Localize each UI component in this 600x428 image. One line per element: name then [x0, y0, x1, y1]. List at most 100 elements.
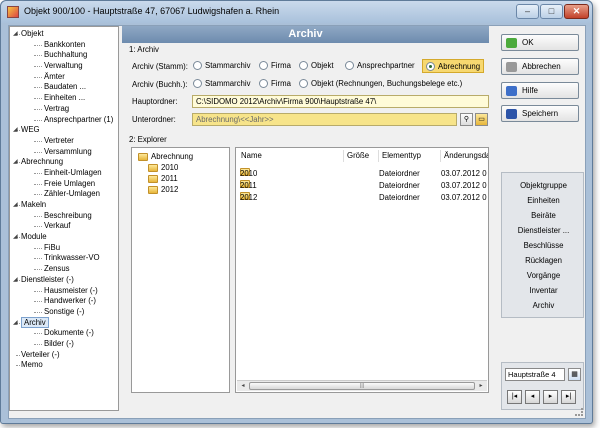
- next-record-button[interactable]: ▸: [543, 390, 558, 404]
- maximize-button[interactable]: □: [540, 4, 563, 19]
- archiv-buchh-label: Archiv (Buchh.):: [132, 80, 188, 89]
- page-title: Archiv: [122, 26, 489, 43]
- folder-tree-item[interactable]: 2011: [148, 174, 178, 183]
- tree-item[interactable]: Dokumente (-): [12, 328, 118, 339]
- tree-item[interactable]: Einheit-Umlagen: [12, 168, 118, 179]
- file-row[interactable]: 2011 Dateiordner 03.07.2012 0: [236, 180, 487, 191]
- tree-item[interactable]: ◢ Archiv: [12, 316, 118, 329]
- radio-stamm-objekt[interactable]: Objekt: [299, 61, 334, 70]
- tree-item[interactable]: Freie Umlagen: [12, 179, 118, 190]
- radio-buchh-firma[interactable]: Firma: [259, 79, 291, 88]
- horizontal-scrollbar[interactable]: ◂ ||| ▸: [237, 380, 487, 391]
- ok-button[interactable]: OK: [501, 34, 579, 51]
- folder-tree-item[interactable]: 2012: [148, 185, 178, 194]
- link-dienstleister[interactable]: Dienstleister ...: [502, 226, 585, 235]
- tree-item[interactable]: ◢ WEG: [12, 125, 118, 136]
- tree-item[interactable]: Versammlung: [12, 147, 118, 158]
- tree-item[interactable]: ◢ Makeln: [12, 200, 118, 211]
- resize-grip[interactable]: [575, 408, 583, 416]
- expand-arrow-icon[interactable]: ◢: [13, 232, 18, 243]
- tree-item[interactable]: ◢ Dienstleister (-): [12, 275, 118, 286]
- radio-stamm-stammarchiv[interactable]: Stammarchiv: [193, 61, 251, 70]
- radio-stamm-ansprechpartner[interactable]: Ansprechpartner: [345, 61, 415, 70]
- tree-item[interactable]: Beschreibung: [12, 211, 118, 222]
- tree-item[interactable]: ◢ Objekt: [12, 29, 118, 40]
- column-header-size[interactable]: Größe: [344, 150, 379, 162]
- cancel-button[interactable]: Abbrechen: [501, 58, 579, 75]
- folder-tree-item[interactable]: 2010: [148, 163, 178, 172]
- expand-arrow-icon[interactable]: ◢: [13, 157, 18, 168]
- radio-buchh-stammarchiv[interactable]: Stammarchiv: [193, 79, 251, 88]
- previous-record-button[interactable]: ◂: [525, 390, 540, 404]
- column-header-name[interactable]: Name: [238, 150, 344, 162]
- file-row[interactable]: 2012 Dateiordner 03.07.2012 0: [236, 192, 487, 203]
- first-record-button[interactable]: |◂: [507, 390, 522, 404]
- folder-tree-item[interactable]: Abrechnung: [138, 152, 193, 161]
- column-header-type[interactable]: Elementtyp: [379, 150, 441, 162]
- archiv-stamm-label: Archiv (Stamm):: [132, 62, 188, 71]
- tree-item[interactable]: Baudaten ...: [12, 82, 118, 93]
- main-window: Objekt 900/100 - Hauptstraße 47, 67067 L…: [0, 0, 593, 424]
- expand-arrow-icon[interactable]: ◢: [13, 200, 18, 211]
- tree-item[interactable]: Ämter: [12, 72, 118, 83]
- tree-item[interactable]: Bilder (-): [12, 339, 118, 350]
- navigation-tree[interactable]: ◢ Objekt Bankkonten Buchhaltung Verwaltung Äm…: [9, 26, 119, 411]
- tree-item[interactable]: Memo: [12, 360, 118, 371]
- expand-arrow-icon[interactable]: ◢: [13, 29, 18, 40]
- tree-item[interactable]: Bankkonten: [12, 40, 118, 51]
- link-objektgruppe[interactable]: Objektgruppe: [502, 181, 585, 190]
- help-button[interactable]: Hilfe: [501, 82, 579, 99]
- minimize-button[interactable]: –: [516, 4, 539, 19]
- binoculars-icon[interactable]: ⚲: [460, 113, 473, 126]
- radio-stamm-firma[interactable]: Firma: [259, 61, 291, 70]
- column-header-date[interactable]: Änderungsda: [441, 150, 488, 162]
- tree-item[interactable]: Einheiten ...: [12, 93, 118, 104]
- tree-item-label: Verwaltung: [44, 61, 83, 71]
- tree-item[interactable]: Ansprechpartner (1): [12, 115, 118, 126]
- expand-arrow-icon[interactable]: ◢: [13, 275, 18, 286]
- title-bar[interactable]: Objekt 900/100 - Hauptstraße 47, 67067 L…: [1, 1, 592, 23]
- radio-buchh-objekt[interactable]: Objekt (Rechnungen, Buchungsbelege etc.): [299, 79, 462, 88]
- link-vorgaenge[interactable]: Vorgänge: [502, 271, 585, 280]
- tree-item[interactable]: Vertreter: [12, 136, 118, 147]
- tree-item[interactable]: ◢ Abrechnung: [12, 157, 118, 168]
- unterordner-field[interactable]: Abrechnung\<<Jahr>>: [192, 113, 457, 126]
- link-beschluesse[interactable]: Beschlüsse: [502, 241, 585, 250]
- tree-item[interactable]: FiBu: [12, 243, 118, 254]
- scroll-left-icon[interactable]: ◂: [238, 382, 248, 390]
- tree-item[interactable]: Verwaltung: [12, 61, 118, 72]
- save-button[interactable]: Speichern: [501, 105, 579, 122]
- tree-item[interactable]: Zensus: [12, 264, 118, 275]
- tree-item[interactable]: Buchhaltung: [12, 50, 118, 61]
- tree-item[interactable]: ◢ Module: [12, 232, 118, 243]
- object-select[interactable]: Hauptstraße 4: [505, 368, 565, 381]
- tree-item[interactable]: Hausmeister (-): [12, 286, 118, 297]
- file-list-pane[interactable]: Name Größe Elementtyp Änderungsda 2010 D…: [235, 147, 489, 393]
- link-inventar[interactable]: Inventar: [502, 286, 585, 295]
- radio-stamm-abrechnung[interactable]: Abrechnung: [422, 59, 485, 73]
- folder-open-icon[interactable]: ▭: [475, 113, 488, 126]
- tree-item[interactable]: Zähler-Umlagen: [12, 189, 118, 200]
- tree-item[interactable]: Vertrag: [12, 104, 118, 115]
- tree-item-label: Einheit-Umlagen: [44, 167, 102, 177]
- tree-item[interactable]: Verkauf: [12, 221, 118, 232]
- close-button[interactable]: ✕: [564, 4, 589, 19]
- last-record-button[interactable]: ▸|: [561, 390, 576, 404]
- file-row[interactable]: 2010 Dateiordner 03.07.2012 0: [236, 168, 487, 179]
- link-ruecklagen[interactable]: Rücklagen: [502, 256, 585, 265]
- tree-item[interactable]: Trinkwasser-VO: [12, 253, 118, 264]
- link-archiv[interactable]: Archiv: [502, 301, 585, 310]
- tree-item[interactable]: Handwerker (-): [12, 296, 118, 307]
- link-einheiten[interactable]: Einheiten: [502, 196, 585, 205]
- scrollbar-thumb[interactable]: |||: [249, 382, 475, 390]
- tree-item-label: Ansprechpartner (1): [44, 114, 114, 124]
- folder-tree-pane[interactable]: Abrechnung 2010 2011 2012: [131, 147, 230, 393]
- scroll-right-icon[interactable]: ▸: [476, 382, 486, 390]
- expand-arrow-icon[interactable]: ◢: [13, 125, 18, 136]
- hauptordner-field[interactable]: C:\SIDOMO 2012\Archiv\Firma 900\Hauptstr…: [192, 95, 489, 108]
- expand-arrow-icon[interactable]: ◢: [13, 318, 18, 329]
- tree-item[interactable]: Verteiler (-): [12, 350, 118, 361]
- link-beiraete[interactable]: Beiräte: [502, 211, 585, 220]
- tree-item[interactable]: Sonstige (-): [12, 307, 118, 318]
- object-lookup-icon[interactable]: ▦: [568, 368, 581, 381]
